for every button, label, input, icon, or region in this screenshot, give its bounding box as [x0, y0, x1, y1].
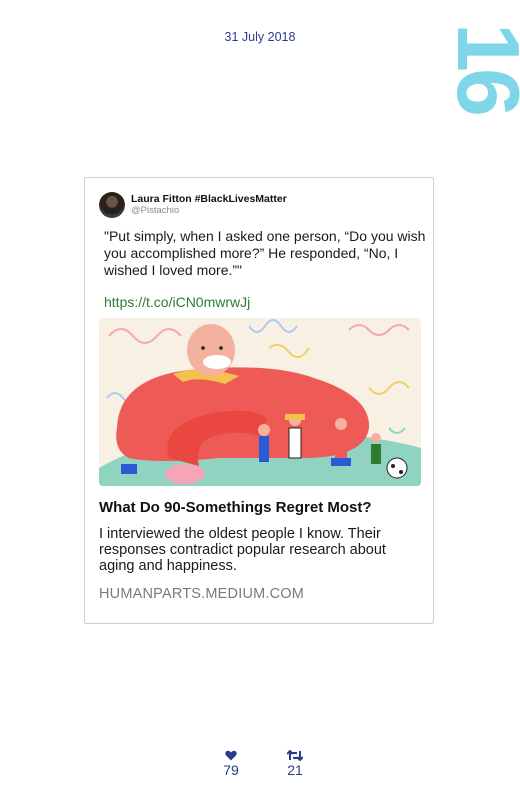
avatar[interactable]	[99, 192, 125, 218]
author-handle[interactable]: @Pistachio	[131, 205, 287, 216]
tweet-link[interactable]: https://t.co/iCN0mwrwJj	[104, 294, 250, 310]
tweet-text: "Put simply, when I asked one person, “D…	[104, 228, 426, 278]
author-name[interactable]: Laura Fitton #BlackLivesMatter	[131, 194, 287, 205]
tweet-author[interactable]: Laura Fitton #BlackLivesMatter @Pistachi…	[99, 192, 287, 218]
heart-icon	[211, 748, 251, 762]
retweets-count: 21	[287, 762, 303, 778]
likes-count: 79	[223, 762, 239, 778]
page: 31 July 2018 16 Laura Fitton #BlackLives…	[0, 0, 520, 803]
tweet-card[interactable]: Laura Fitton #BlackLivesMatter @Pistachi…	[84, 177, 434, 624]
preview-description: I interviewed the oldest people I know. …	[99, 526, 386, 574]
preview-domain[interactable]: HUMANPARTS.MEDIUM.COM	[99, 586, 304, 602]
likes-stat[interactable]: 79	[211, 748, 251, 778]
retweets-stat[interactable]: 21	[275, 748, 315, 778]
page-number: 16	[439, 23, 520, 113]
preview-illustration[interactable]	[99, 318, 421, 486]
retweet-icon	[275, 748, 315, 762]
preview-title[interactable]: What Do 90-Somethings Regret Most?	[99, 499, 372, 516]
